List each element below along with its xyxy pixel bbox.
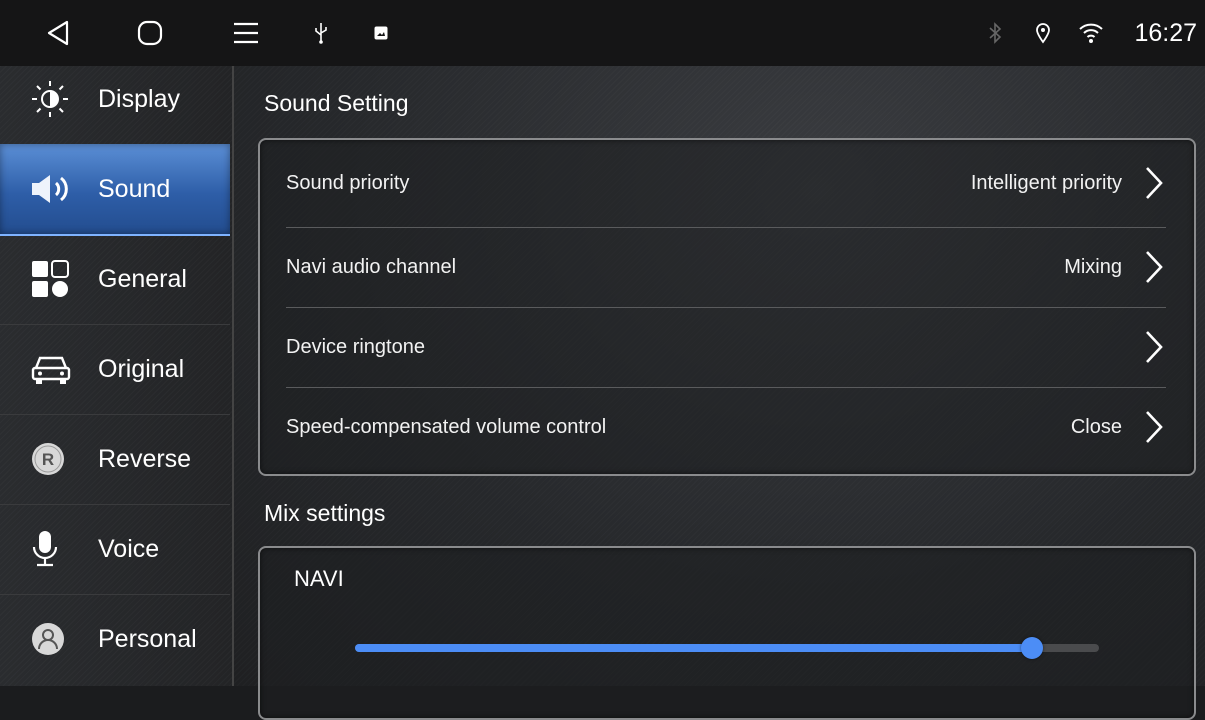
settings-sidebar: Display Sound General Original R Reverse… (0, 66, 234, 686)
usb-icon (308, 0, 334, 66)
sound-setting-card: Sound priority Intelligent priority Navi… (258, 138, 1196, 476)
sidebar-item-sound[interactable]: Sound (0, 144, 230, 236)
sidebar-item-label: Personal (98, 624, 197, 653)
navi-volume-label: NAVI (294, 566, 344, 591)
navi-audio-channel-row[interactable]: Navi audio channel Mixing (286, 228, 1166, 306)
microphone-icon (30, 529, 86, 569)
row-value: Intelligent priority (970, 171, 1122, 194)
wifi-icon (1076, 0, 1106, 66)
section-title-mix-settings: Mix settings (264, 500, 386, 526)
row-label: Speed-compensated volume control (286, 415, 607, 438)
sidebar-item-general[interactable]: General (0, 234, 230, 325)
grid-icon (30, 259, 86, 299)
sidebar-item-voice[interactable]: Voice (0, 504, 230, 595)
row-label: Device ringtone (286, 335, 425, 358)
clock: 16:27 (1134, 18, 1197, 47)
sidebar-item-label: General (98, 264, 187, 293)
chevron-right-icon (1142, 247, 1166, 287)
sound-priority-row[interactable]: Sound priority Intelligent priority (286, 144, 1166, 222)
chevron-right-icon (1142, 407, 1166, 447)
sidebar-item-label: Reverse (98, 444, 192, 473)
location-icon (1030, 0, 1056, 66)
speed-compensated-volume-row[interactable]: Speed-compensated volume control Close (286, 388, 1166, 466)
slider-thumb[interactable] (1021, 637, 1044, 659)
row-label: Sound priority (286, 171, 410, 194)
sidebar-item-display[interactable]: Display (0, 54, 230, 145)
row-value: Mixing (1064, 255, 1122, 278)
person-icon (30, 619, 86, 659)
mix-settings-card: NAVI (258, 546, 1196, 720)
svg-text:R: R (42, 450, 54, 469)
sidebar-item-personal[interactable]: Personal (0, 594, 230, 684)
brightness-icon (30, 79, 86, 119)
chevron-right-icon (1142, 327, 1166, 367)
section-title-sound-setting: Sound Setting (264, 90, 409, 116)
sidebar-item-reverse[interactable]: R Reverse (0, 414, 230, 505)
slider-fill (355, 644, 1033, 652)
row-value: Close (1070, 415, 1122, 438)
row-label: Navi audio channel (286, 255, 457, 278)
navi-volume-slider[interactable] (355, 637, 1099, 659)
reverse-icon: R (30, 439, 86, 479)
chevron-right-icon (1142, 163, 1166, 203)
image-notification-icon (368, 0, 394, 66)
car-icon (30, 349, 86, 389)
menu-icon[interactable] (228, 0, 264, 66)
sidebar-item-label: Voice (98, 534, 160, 563)
sidebar-item-original[interactable]: Original (0, 324, 230, 415)
sidebar-item-label: Original (98, 354, 185, 383)
sound-settings-panel: Sound Setting Sound priority Intelligent… (234, 66, 1205, 720)
speaker-icon (30, 169, 86, 209)
bluetooth-icon (982, 0, 1008, 66)
sidebar-item-label: Sound (98, 174, 171, 203)
device-ringtone-row[interactable]: Device ringtone (286, 308, 1166, 386)
sidebar-item-label: Display (98, 84, 180, 113)
